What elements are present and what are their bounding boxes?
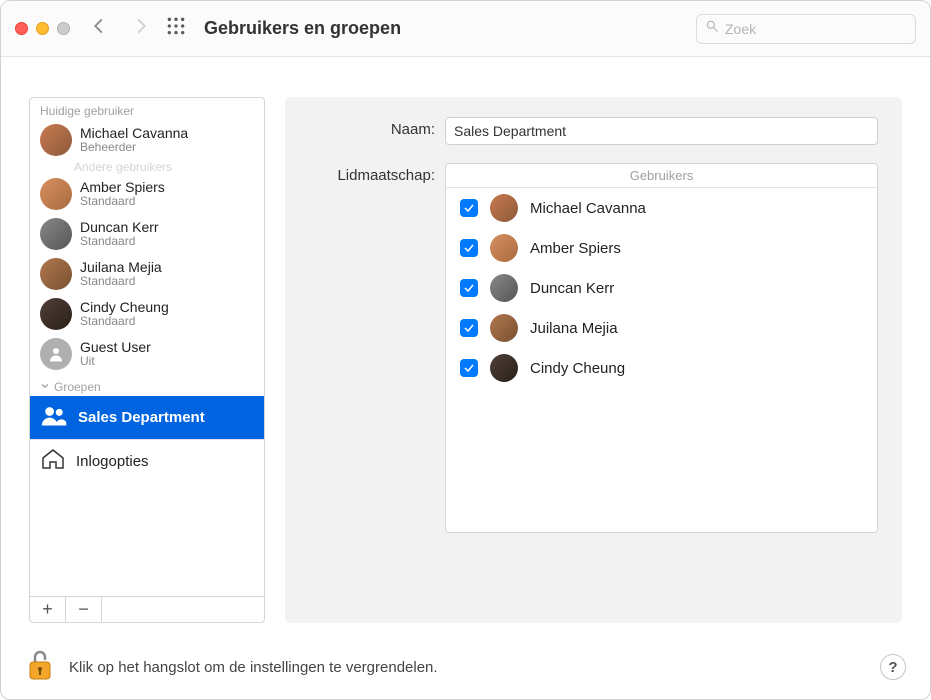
member-name: Amber Spiers: [530, 240, 621, 257]
window-controls: [15, 22, 70, 35]
sidebar-footer: + −: [30, 596, 264, 622]
avatar: [490, 194, 518, 222]
member-checkbox[interactable]: [460, 359, 478, 377]
house-icon: [40, 448, 66, 475]
back-button[interactable]: [90, 17, 108, 40]
user-name: Amber Spiers: [80, 179, 165, 195]
sidebar-item-current-user[interactable]: Michael Cavanna Beheerder: [30, 120, 264, 160]
avatar: [40, 218, 72, 250]
lock-icon[interactable]: [25, 648, 55, 687]
avatar: [40, 124, 72, 156]
avatar: [490, 314, 518, 342]
avatar: [490, 234, 518, 262]
sidebar-item-user[interactable]: Guest User Uit: [30, 334, 264, 374]
search-icon: [705, 19, 725, 38]
add-button[interactable]: +: [30, 597, 66, 622]
search-input[interactable]: [725, 21, 907, 37]
groups-label: Groepen: [54, 380, 101, 394]
page-title: Gebruikers en groepen: [204, 18, 696, 39]
avatar: [40, 178, 72, 210]
member-name: Duncan Kerr: [530, 280, 614, 297]
search-box[interactable]: [696, 14, 916, 44]
sidebar: Huidige gebruiker Michael Cavanna Beheer…: [29, 97, 265, 623]
member-row[interactable]: Duncan Kerr: [446, 268, 877, 308]
avatar: [40, 298, 72, 330]
member-row[interactable]: Cindy Cheung: [446, 348, 877, 388]
avatar: [490, 354, 518, 382]
members-list: Gebruikers Michael Cavanna Amber Spiers: [445, 163, 878, 533]
sidebar-item-login-options[interactable]: Inlogopties: [30, 439, 264, 483]
section-other-users: Andere gebruikers: [30, 160, 264, 174]
group-icon: [40, 404, 68, 431]
member-row[interactable]: Amber Spiers: [446, 228, 877, 268]
minimize-window-button[interactable]: [36, 22, 49, 35]
help-button[interactable]: ?: [880, 654, 906, 680]
member-checkbox[interactable]: [460, 199, 478, 217]
section-current-user: Huidige gebruiker: [30, 98, 264, 120]
footer: Klik op het hangslot om de instellingen …: [1, 635, 930, 699]
login-options-label: Inlogopties: [76, 453, 149, 470]
lock-text: Klik op het hangslot om de instellingen …: [69, 659, 438, 676]
show-all-button[interactable]: [166, 16, 186, 41]
main-pane: Naam: Lidmaatschap: Gebruikers Michael C…: [285, 97, 902, 623]
user-name: Guest User: [80, 339, 151, 355]
nav-arrows: [90, 17, 150, 40]
group-name: Sales Department: [78, 409, 205, 426]
preferences-window: Gebruikers en groepen Huidige gebruiker …: [0, 0, 931, 700]
user-role: Uit: [80, 355, 151, 369]
sidebar-item-user[interactable]: Duncan Kerr Standaard: [30, 214, 264, 254]
user-name: Duncan Kerr: [80, 219, 159, 235]
chevron-down-icon: [40, 380, 50, 394]
sidebar-item-user[interactable]: Juilana Mejia Standaard: [30, 254, 264, 294]
sidebar-item-group-selected[interactable]: Sales Department: [30, 396, 264, 439]
member-checkbox[interactable]: [460, 279, 478, 297]
user-name: Cindy Cheung: [80, 299, 169, 315]
sidebar-item-user[interactable]: Amber Spiers Standaard: [30, 174, 264, 214]
user-role: Standaard: [80, 195, 165, 209]
avatar: [490, 274, 518, 302]
member-name: Michael Cavanna: [530, 200, 646, 217]
user-role: Beheerder: [80, 141, 188, 155]
user-name: Juilana Mejia: [80, 259, 162, 275]
member-row[interactable]: Michael Cavanna: [446, 188, 877, 228]
membership-label: Lidmaatschap:: [309, 163, 445, 184]
member-name: Juilana Mejia: [530, 320, 618, 337]
sidebar-item-user[interactable]: Cindy Cheung Standaard: [30, 294, 264, 334]
forward-button[interactable]: [132, 17, 150, 40]
member-checkbox[interactable]: [460, 319, 478, 337]
group-name-input[interactable]: [445, 117, 878, 145]
member-checkbox[interactable]: [460, 239, 478, 257]
user-role: Standaard: [80, 315, 169, 329]
user-role: Standaard: [80, 275, 162, 289]
section-groups[interactable]: Groepen: [30, 374, 264, 396]
titlebar: Gebruikers en groepen: [1, 1, 930, 57]
zoom-window-button[interactable]: [57, 22, 70, 35]
user-role: Standaard: [80, 235, 159, 249]
avatar: [40, 258, 72, 290]
body: Huidige gebruiker Michael Cavanna Beheer…: [1, 57, 930, 635]
user-name: Michael Cavanna: [80, 125, 188, 141]
close-window-button[interactable]: [15, 22, 28, 35]
avatar: [40, 338, 72, 370]
remove-button[interactable]: −: [66, 597, 102, 622]
members-header: Gebruikers: [446, 164, 877, 188]
name-label: Naam:: [309, 117, 445, 138]
member-row[interactable]: Juilana Mejia: [446, 308, 877, 348]
member-name: Cindy Cheung: [530, 360, 625, 377]
